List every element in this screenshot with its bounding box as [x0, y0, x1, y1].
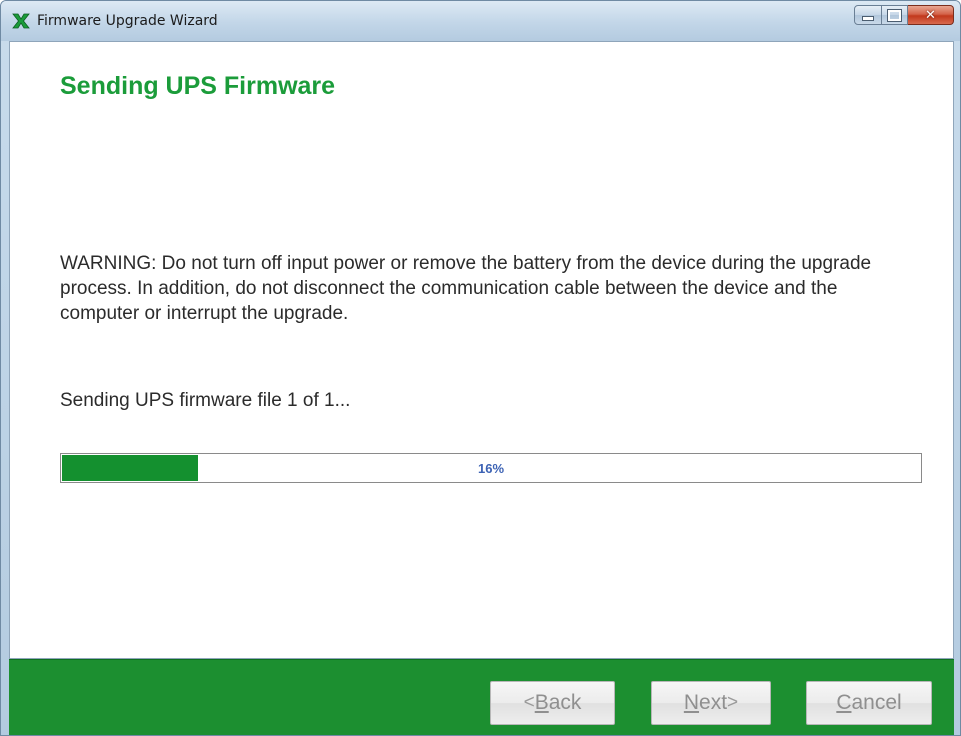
wizard-content: Sending UPS Firmware WARNING: Do not tur… [9, 41, 954, 659]
page-title: Sending UPS Firmware [60, 72, 336, 100]
back-label: ack [548, 691, 582, 714]
upgrade-progress-bar: 16% [60, 453, 922, 483]
back-button[interactable]: < Back [490, 681, 615, 725]
next-accel-key: N [683, 691, 700, 714]
wizard-window: Firmware Upgrade Wizard ✕ Sending UPS Fi… [0, 0, 961, 736]
progress-percent-label: 16% [477, 460, 505, 476]
maximize-button[interactable] [882, 5, 908, 25]
warning-text: WARNING: Do not turn off input power or … [60, 253, 872, 324]
green-x-app-icon [12, 13, 30, 29]
minimize-button[interactable] [854, 5, 882, 25]
back-accel-key: B [534, 691, 549, 714]
cancel-button[interactable]: Cancel [806, 681, 932, 725]
window-controls: ✕ [854, 5, 954, 27]
close-button[interactable]: ✕ [908, 5, 954, 25]
cancel-accel-key: C [836, 691, 852, 714]
minimize-icon [855, 6, 881, 24]
next-label: ext [699, 691, 728, 714]
next-arrow-icon: > [727, 692, 739, 713]
back-arrow-icon: < [523, 692, 535, 713]
wizard-footer: < Back Next > Cancel [9, 659, 954, 735]
maximize-icon [882, 6, 907, 24]
title-bar[interactable]: Firmware Upgrade Wizard ✕ [1, 1, 960, 41]
cancel-label: ancel [851, 691, 902, 714]
status-text: Sending UPS firmware file 1 of 1... [60, 390, 351, 411]
next-button[interactable]: Next > [651, 681, 771, 725]
close-icon: ✕ [925, 7, 936, 23]
window-title: Firmware Upgrade Wizard [37, 13, 218, 29]
